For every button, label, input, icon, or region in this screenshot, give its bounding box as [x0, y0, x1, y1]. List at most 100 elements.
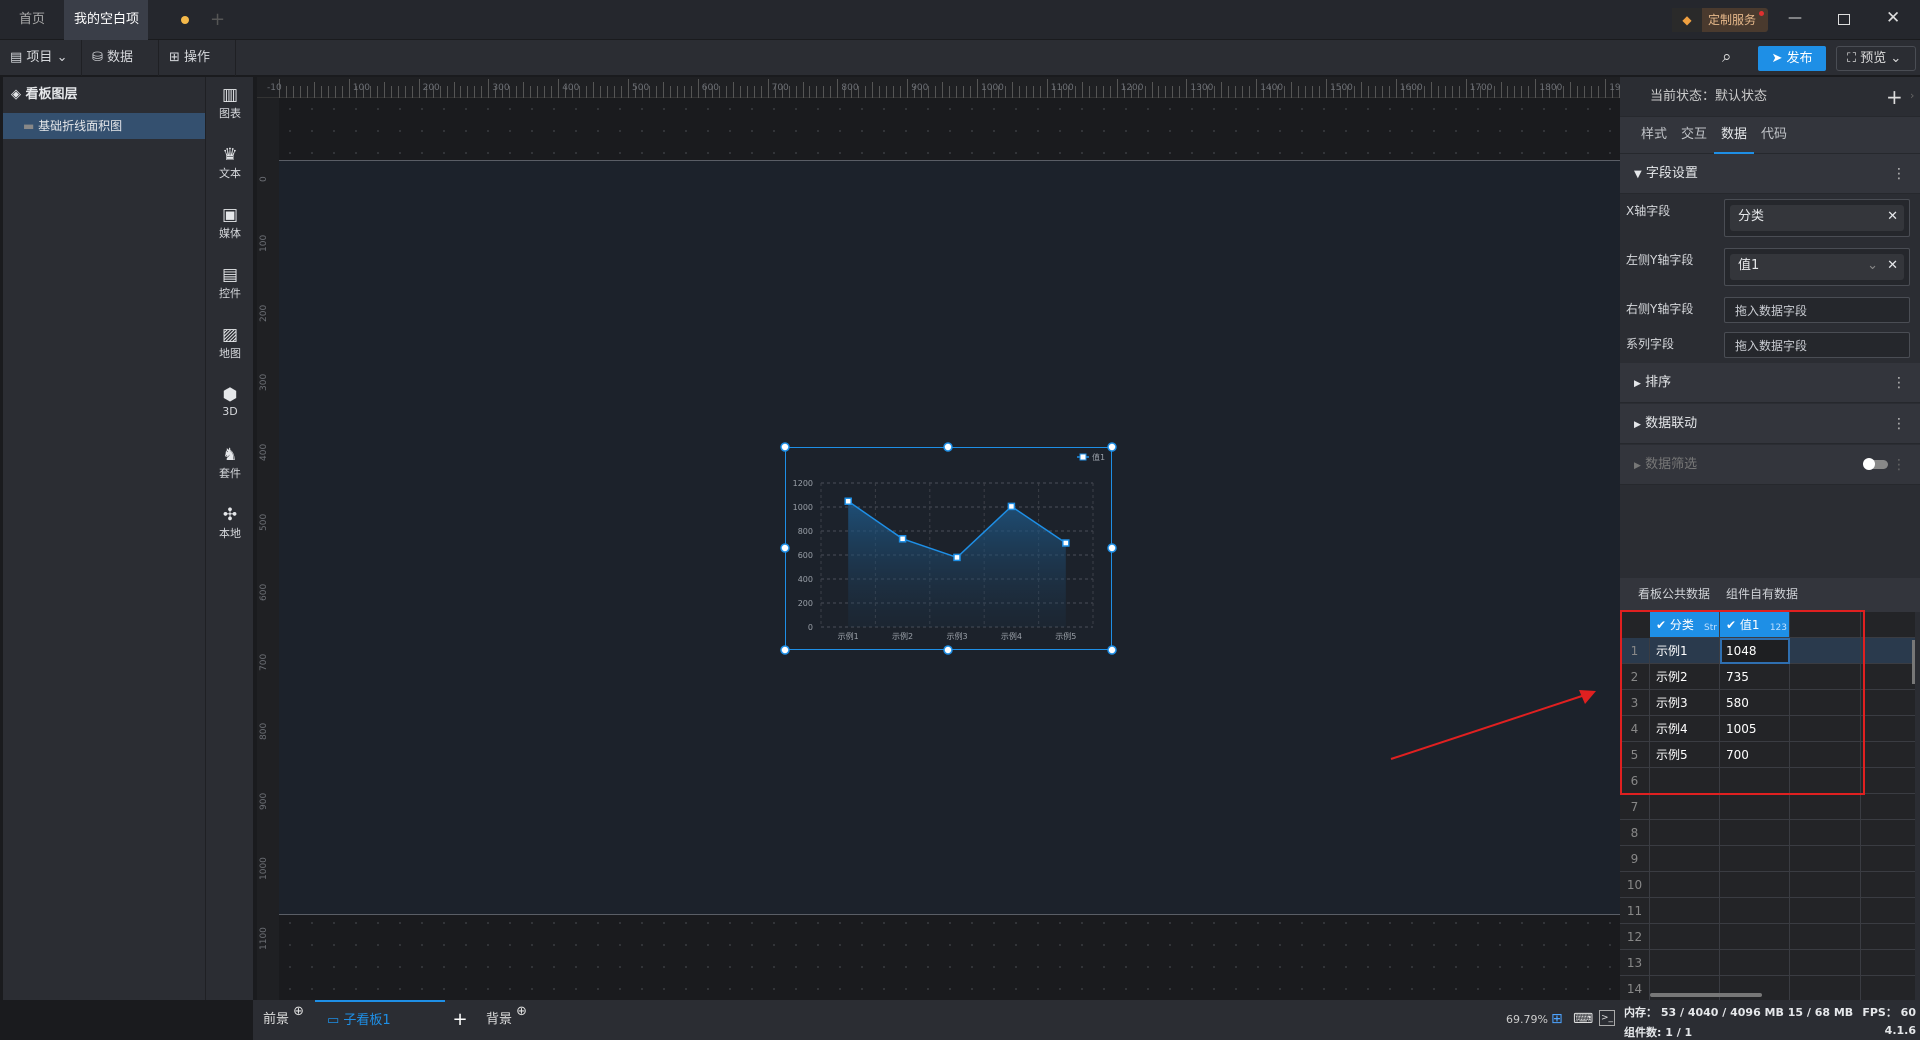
data-point[interactable] [843, 496, 852, 505]
resize-handle[interactable] [779, 441, 790, 452]
restore-icon[interactable] [1838, 14, 1850, 25]
table-cell[interactable] [1650, 950, 1720, 976]
resize-handle[interactable] [1106, 644, 1117, 655]
table-cell[interactable] [1650, 794, 1720, 820]
resize-handle[interactable] [942, 441, 953, 452]
prop-tab-0[interactable]: 样式 [1634, 117, 1674, 154]
row-number[interactable]: 14 [1620, 976, 1650, 1000]
row-number[interactable]: 13 [1620, 950, 1650, 976]
table-cell[interactable] [1861, 664, 1915, 690]
data-point[interactable] [898, 534, 906, 543]
data-menu[interactable]: ⛁ 数据 ⌄ [82, 40, 159, 101]
add-state-icon[interactable]: + [1886, 85, 1903, 109]
x-field-input[interactable]: 分类 ✕ [1724, 199, 1910, 237]
table-cell[interactable] [1790, 872, 1861, 898]
add-tab-button[interactable]: + [210, 9, 225, 30]
row-number[interactable]: 12 [1620, 924, 1650, 950]
table-cell[interactable] [1861, 976, 1915, 1000]
table-cell[interactable] [1720, 794, 1790, 820]
left-y-field-input[interactable]: 值1 ⌄ ✕ [1724, 248, 1910, 286]
custom-service-button[interactable]: ◆ 定制服务 [1672, 8, 1768, 32]
table-cell[interactable] [1790, 846, 1861, 872]
prop-tab-3[interactable]: 代码 [1754, 117, 1794, 154]
table-cell[interactable] [1790, 924, 1861, 950]
iconbar-item-1[interactable]: ♛ 文本 [206, 145, 254, 181]
search-icon[interactable]: ⌕ [1722, 47, 1732, 67]
table-cell[interactable] [1861, 846, 1915, 872]
close-icon[interactable]: ✕ [1886, 8, 1900, 28]
state-value[interactable]: 默认状态 [1715, 89, 1767, 104]
remove-icon[interactable]: ✕ [1887, 205, 1898, 229]
series-field-input[interactable]: 拖入数据字段 [1724, 332, 1910, 358]
publish-button[interactable]: ➤ 发布 [1758, 46, 1826, 71]
table-cell[interactable] [1720, 950, 1790, 976]
more-icon[interactable]: ⋮ [1892, 404, 1906, 444]
add-circle-icon[interactable]: ⊕ [512, 1004, 527, 1019]
resize-handle[interactable] [1106, 441, 1117, 452]
horizontal-ruler[interactable]: -10 100 200 300 400 500 600 700 800 900 1000 1100 12… [257, 77, 1642, 98]
project-menu[interactable]: ▤ 项目 ⌄ [0, 40, 82, 76]
zoom-level[interactable]: 69.79% [1506, 1013, 1548, 1026]
data-tab-1[interactable]: 组件自有数据 [1722, 578, 1803, 612]
data-point[interactable] [952, 553, 961, 561]
chevron-down-icon[interactable]: ⌄ [1867, 254, 1878, 278]
table-cell[interactable] [1650, 898, 1720, 924]
filter-toggle[interactable] [1863, 458, 1888, 470]
table-cell[interactable] [1861, 716, 1915, 742]
table-cell[interactable] [1650, 872, 1720, 898]
subboard-tab[interactable]: ▭ 子看板1 [315, 1000, 445, 1040]
row-number[interactable]: 11 [1620, 898, 1650, 924]
table-cell[interactable] [1650, 924, 1720, 950]
resize-handle[interactable] [779, 542, 790, 553]
iconbar-item-6[interactable]: ♞ 套件 [206, 445, 254, 481]
iconbar-item-0[interactable]: ▥ 图表 [206, 85, 254, 121]
linkage-section[interactable]: ▶ 数据联动 ⋮ [1620, 404, 1920, 444]
fit-screen-icon[interactable]: ⊞ [1551, 1011, 1563, 1027]
table-cell[interactable] [1720, 924, 1790, 950]
row-number[interactable]: 10 [1620, 872, 1650, 898]
resize-handle[interactable] [779, 644, 790, 655]
data-point[interactable] [1061, 538, 1070, 547]
column-header[interactable] [1861, 612, 1915, 638]
resize-handle[interactable] [1106, 542, 1117, 553]
table-cell[interactable] [1861, 898, 1915, 924]
operate-menu[interactable]: ⊞ 操作 ⌄ [159, 40, 236, 101]
more-icon[interactable]: ⋮ [1892, 154, 1906, 194]
iconbar-item-7[interactable]: ✣ 本地 [206, 505, 254, 541]
chevron-right-icon[interactable]: › [1910, 89, 1914, 102]
prop-tab-2[interactable]: 数据 [1714, 117, 1754, 154]
table-cell[interactable] [1861, 768, 1915, 794]
table-cell[interactable] [1720, 846, 1790, 872]
layer-item[interactable]: ▬ 基础折线面积图 [3, 113, 205, 139]
table-cell[interactable] [1861, 820, 1915, 846]
preview-button[interactable]: ⛶ 预览 ⌄ [1836, 46, 1916, 71]
canvas-stage[interactable]: 0 200 400 600 800 1000 1200 示例1 示例2 示例3 示例4 示例5 值1 [279, 98, 1620, 1000]
table-cell[interactable] [1720, 872, 1790, 898]
table-cell[interactable] [1861, 950, 1915, 976]
table-cell[interactable] [1790, 898, 1861, 924]
table-cell[interactable] [1790, 976, 1861, 1000]
more-icon[interactable]: ⋮ [1892, 445, 1906, 485]
table-cell[interactable] [1861, 690, 1915, 716]
iconbar-item-2[interactable]: ▣ 媒体 [206, 205, 254, 241]
table-cell[interactable] [1790, 794, 1861, 820]
table-cell[interactable] [1861, 742, 1915, 768]
prop-tab-1[interactable]: 交互 [1674, 117, 1714, 154]
add-circle-icon[interactable]: ⊕ [289, 1004, 304, 1019]
resize-handle[interactable] [942, 644, 953, 655]
remove-icon[interactable]: ✕ [1887, 254, 1898, 278]
data-point[interactable] [1007, 502, 1015, 510]
filter-section[interactable]: ▶ 数据筛选 ⋮ [1620, 445, 1920, 485]
table-cell[interactable] [1861, 794, 1915, 820]
more-icon[interactable]: ⋮ [1892, 363, 1906, 403]
table-cell[interactable] [1720, 820, 1790, 846]
table-cell[interactable] [1650, 820, 1720, 846]
iconbar-item-5[interactable]: ⬢ 3D [206, 385, 254, 418]
vertical-ruler[interactable]: 0 100 200 300 400 500 600 700 800 900 1000 1100 [257, 98, 279, 1000]
right-y-field-input[interactable]: 拖入数据字段 [1724, 297, 1910, 323]
table-cell[interactable] [1790, 820, 1861, 846]
table-cell[interactable] [1861, 872, 1915, 898]
add-board-button[interactable]: + [445, 1000, 475, 1040]
tab-home[interactable]: 首页 [0, 0, 64, 40]
minimize-icon[interactable]: — [1788, 10, 1802, 26]
